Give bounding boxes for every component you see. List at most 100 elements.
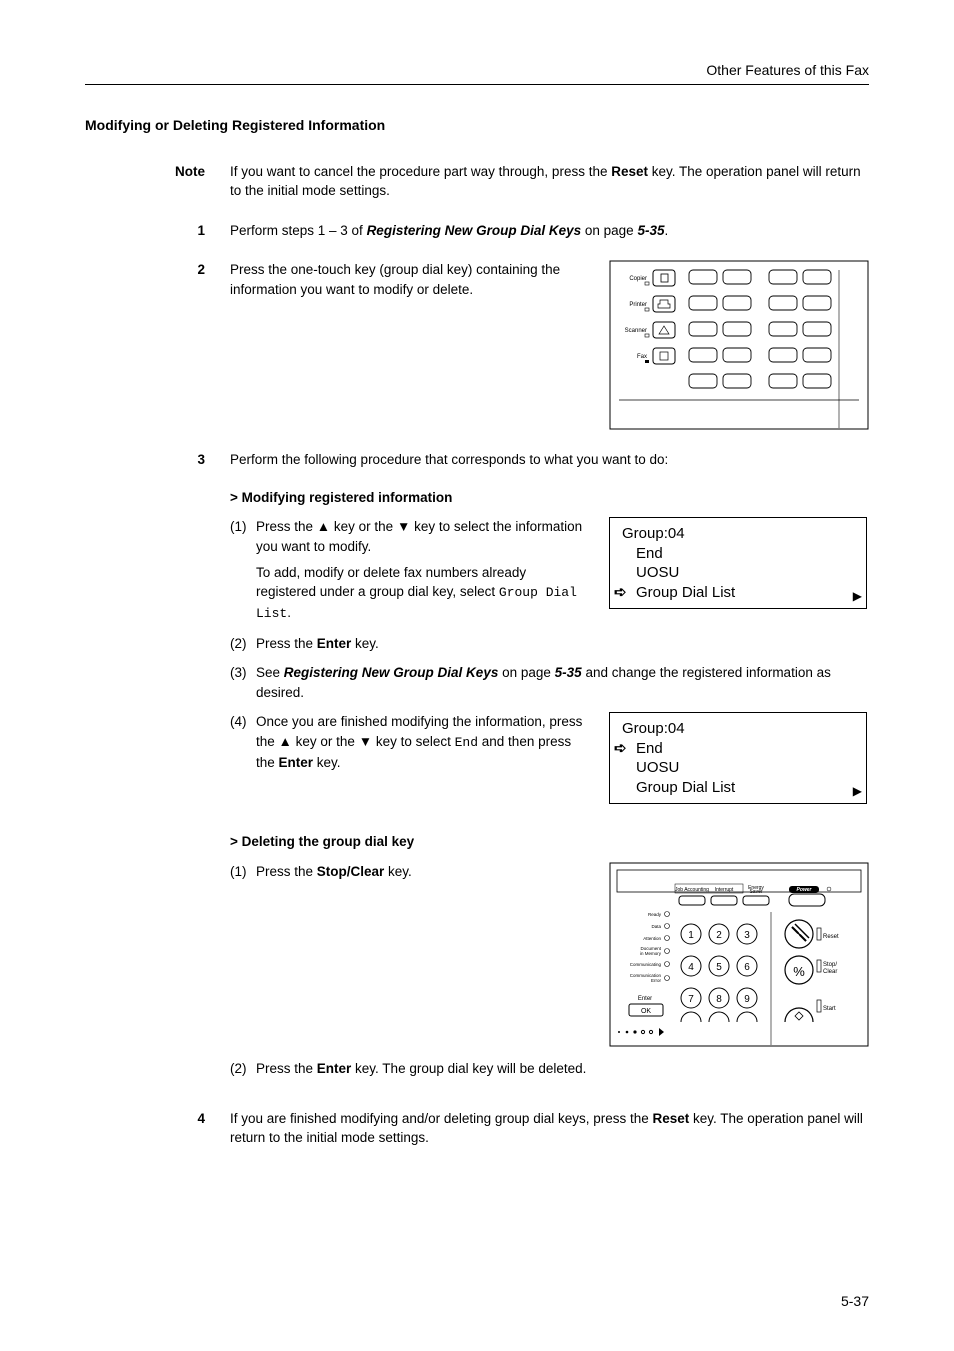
delete-ss2-label: (2) xyxy=(230,1059,256,1079)
down-triangle-icon xyxy=(359,734,372,749)
arrow-right-icon: ➪ xyxy=(614,739,627,759)
lcd2-l3: UOSU xyxy=(618,758,858,778)
step-1-onpage: on page xyxy=(581,223,637,238)
delete-heading: > Deleting the group dial key xyxy=(230,832,869,852)
modify-ss4-row: (4) Once you are finished modifying the … xyxy=(230,712,869,804)
note-body: If you want to cancel the procedure part… xyxy=(230,162,869,201)
step-1-body: Perform steps 1 – 3 of Registering New G… xyxy=(230,221,869,241)
modify-ss1: (1) Press the key or the key to select t… xyxy=(230,517,589,623)
t: on page xyxy=(498,665,554,680)
step-1-before: Perform steps 1 – 3 of xyxy=(230,223,367,238)
step-4: 4 If you are finished modifying and/or d… xyxy=(85,1109,869,1148)
t: key. xyxy=(313,755,341,770)
t: key to select xyxy=(372,734,455,749)
chapter-title: Other Features of this Fax xyxy=(706,60,869,80)
delete-ss1-body: Press the Stop/Clear key. xyxy=(256,862,589,882)
page-ref: 5-35 xyxy=(555,665,582,680)
svg-text:8: 8 xyxy=(716,994,722,1005)
svg-text:Saver: Saver xyxy=(749,889,762,895)
lcd-display-2: Group:04 ➪End UOSU Group Dial List ▶ xyxy=(609,712,867,804)
arrow-right-icon: ➪ xyxy=(614,583,627,603)
delete-ss2: (2) Press the Enter key. The group dial … xyxy=(230,1059,869,1079)
step-1-period: . xyxy=(664,223,668,238)
lcd1-l4: Group Dial List xyxy=(618,583,735,603)
t: Press the xyxy=(256,864,317,879)
enter-key: Enter xyxy=(317,1061,352,1076)
step-1: 1 Perform steps 1 – 3 of Registering New… xyxy=(85,221,869,241)
step-4-body: If you are finished modifying and/or del… xyxy=(230,1109,869,1148)
delete-ss1-row: (1) Press the Stop/Clear key. xyxy=(230,862,869,1047)
t: See xyxy=(256,665,284,680)
modify-ss1-label: (1) xyxy=(230,517,256,623)
svg-text:Interrupt: Interrupt xyxy=(715,887,734,893)
enter-key: Enter xyxy=(317,636,352,651)
delete-ss1-label: (1) xyxy=(230,862,256,882)
svg-text:Communicating: Communicating xyxy=(630,962,662,967)
panel1-label-scanner: Scanner xyxy=(625,328,647,334)
modify-ss4-body: Once you are finished modifying the info… xyxy=(256,712,589,772)
svg-text:in Memory: in Memory xyxy=(640,951,662,956)
caret-right-icon: ▶ xyxy=(853,784,862,800)
down-triangle-icon xyxy=(397,519,410,534)
t: Press the xyxy=(256,519,317,534)
svg-text:2: 2 xyxy=(716,930,722,941)
modify-ss1-body: Press the key or the key to select the i… xyxy=(256,517,589,623)
t: If you are finished modifying and/or del… xyxy=(230,1111,653,1126)
modify-ss3: (3) See Registering New Group Dial Keys … xyxy=(230,663,869,702)
delete-ss2-body: Press the Enter key. The group dial key … xyxy=(256,1059,869,1079)
svg-text:Enter: Enter xyxy=(638,996,652,1002)
step-2-text: Press the one-touch key (group dial key)… xyxy=(230,260,589,299)
svg-text:4: 4 xyxy=(688,962,694,973)
step-3: 3 Perform the following procedure that c… xyxy=(85,450,869,1088)
modify-ss3-body: See Registering New Group Dial Keys on p… xyxy=(256,663,869,702)
panel-figure-2: Job Accounting Interrupt EnergySaver Pow… xyxy=(609,862,869,1047)
svg-text:Reset: Reset xyxy=(823,934,839,940)
up-triangle-icon xyxy=(279,734,292,749)
code-text: End xyxy=(455,735,478,750)
modify-heading: > Modifying registered information xyxy=(230,488,869,508)
step-3-intro: Perform the following procedure that cor… xyxy=(230,450,869,470)
step-1-pageref: 5-35 xyxy=(637,223,664,238)
t: Press the xyxy=(256,1061,317,1076)
t: Press the xyxy=(256,636,317,651)
step-2: 2 Press the one-touch key (group dial ke… xyxy=(85,260,869,430)
section-title: Modifying or Deleting Registered Informa… xyxy=(85,115,869,135)
svg-text:1: 1 xyxy=(688,930,694,941)
delete-ss1: (1) Press the Stop/Clear key. xyxy=(230,862,589,882)
t: key or the xyxy=(292,734,359,749)
stop-clear-key: Stop/Clear xyxy=(317,864,385,879)
panel-figure-1: Copier Printer Scanner Fax xyxy=(609,260,869,430)
note-row: Note If you want to cancel the procedure… xyxy=(85,162,869,201)
lcd1-l3: UOSU xyxy=(618,563,858,583)
modify-ss1-row: (1) Press the key or the key to select t… xyxy=(230,517,869,633)
panel1-label-copier: Copier xyxy=(629,276,647,282)
modify-ss3-label: (3) xyxy=(230,663,256,702)
step-2-num: 2 xyxy=(85,260,230,430)
svg-text:Attention: Attention xyxy=(643,936,661,941)
svg-text:Data: Data xyxy=(651,924,661,929)
svg-text:9: 9 xyxy=(744,994,750,1005)
note-text-before: If you want to cancel the procedure part… xyxy=(230,164,611,179)
svg-text:Job Accounting: Job Accounting xyxy=(675,887,709,893)
modify-ss2: (2) Press the Enter key. xyxy=(230,634,869,654)
step-1-num: 1 xyxy=(85,221,230,241)
step-1-ref: Registering New Group Dial Keys xyxy=(367,223,582,238)
svg-text:6: 6 xyxy=(744,962,750,973)
note-label: Note xyxy=(85,162,230,201)
page-number: 5-37 xyxy=(841,1291,869,1311)
svg-text:Power: Power xyxy=(796,887,812,893)
t: key. xyxy=(351,636,379,651)
svg-text:Start: Start xyxy=(823,1006,836,1012)
panel1-label-fax: Fax xyxy=(637,354,647,360)
svg-text:%: % xyxy=(793,964,805,979)
lcd1-l1: Group:04 xyxy=(618,524,858,544)
caret-right-icon: ▶ xyxy=(853,589,862,605)
svg-text:5: 5 xyxy=(716,962,722,973)
up-triangle-icon xyxy=(317,519,330,534)
svg-text:Stop/: Stop/ xyxy=(823,962,837,968)
modify-ss4-label: (4) xyxy=(230,712,256,772)
t: To add, modify or delete fax numbers alr… xyxy=(256,565,526,600)
lcd1-l2: End xyxy=(618,544,858,564)
header: Other Features of this Fax xyxy=(85,60,869,85)
t: key or the xyxy=(330,519,397,534)
